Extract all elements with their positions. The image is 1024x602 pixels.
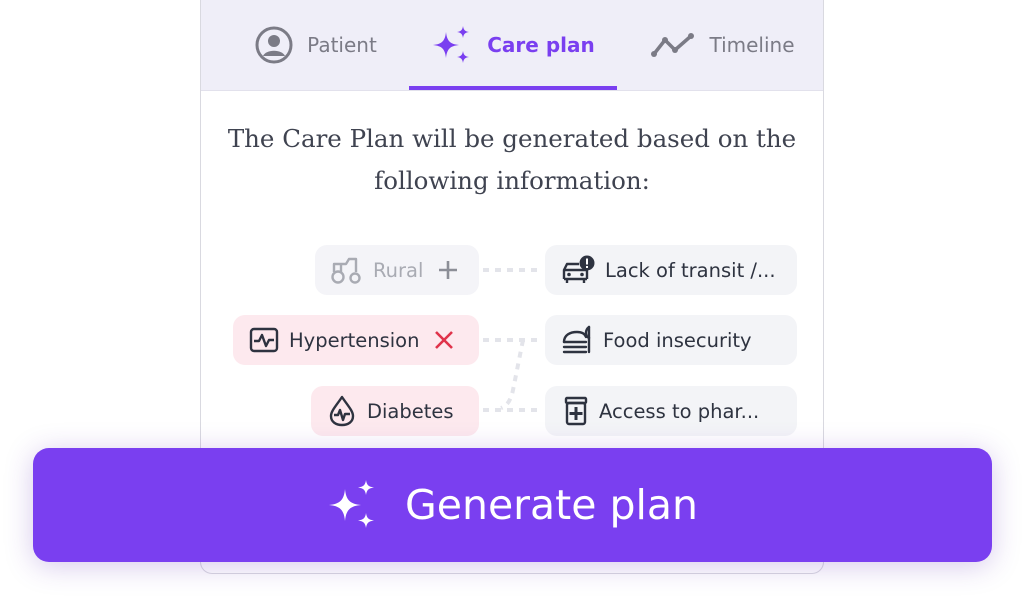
factor-label-rural: Rural bbox=[373, 258, 424, 282]
factor-chip-transit: Lack of transit /... bbox=[545, 245, 797, 295]
factor-chip-pharmacy: Access to phar... bbox=[545, 386, 797, 436]
close-icon[interactable] bbox=[433, 329, 455, 351]
plus-icon[interactable] bbox=[437, 259, 459, 281]
sparkles-icon bbox=[328, 480, 374, 528]
medicine-bottle-icon bbox=[564, 396, 588, 426]
food-icon bbox=[562, 325, 591, 354]
generate-plan-label: Generate plan bbox=[404, 481, 699, 529]
factor-chip-rural[interactable]: Rural bbox=[315, 245, 479, 295]
factor-label-diabetes: Diabetes bbox=[367, 399, 454, 423]
factor-label-food: Food insecurity bbox=[603, 328, 752, 352]
blood-drop-icon bbox=[329, 395, 355, 427]
factor-chip-hypertension[interactable]: Hypertension bbox=[233, 315, 479, 365]
factor-label-transit: Lack of transit /... bbox=[605, 258, 776, 282]
generate-plan-button[interactable]: Generate plan bbox=[33, 448, 992, 562]
heart-monitor-icon bbox=[249, 327, 279, 353]
care-plan-stage: Patient Care plan Timeline The Care Plan… bbox=[0, 0, 1024, 602]
tractor-icon bbox=[331, 257, 361, 284]
factor-label-hypertension: Hypertension bbox=[289, 328, 420, 352]
factor-label-pharmacy: Access to phar... bbox=[599, 399, 760, 423]
factor-chip-diabetes[interactable]: Diabetes bbox=[311, 386, 479, 436]
car-alert-icon bbox=[562, 255, 595, 283]
factor-chip-food: Food insecurity bbox=[545, 315, 797, 365]
